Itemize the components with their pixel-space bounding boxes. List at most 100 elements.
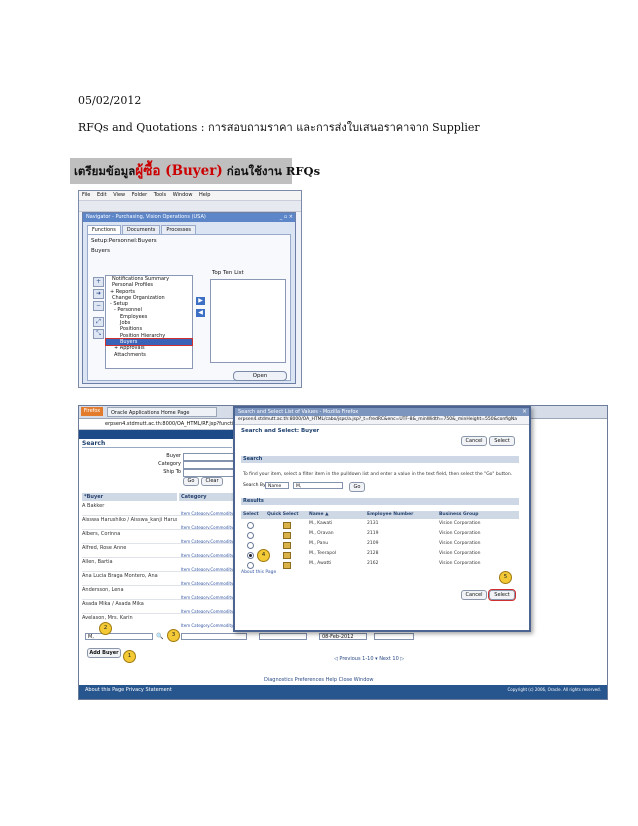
remove-from-list-icon[interactable]: ◀ xyxy=(196,309,205,317)
row-number: 2119 xyxy=(367,531,379,536)
row-radio[interactable] xyxy=(247,542,254,549)
row-number: 2128 xyxy=(367,551,379,556)
cancel-button-bottom[interactable]: Cancel xyxy=(461,590,487,600)
table-row: Ana Lucia Braga Montero, Ana xyxy=(82,573,158,579)
navigator-breadcrumb: Setup:Personnel:Buyers xyxy=(91,238,157,244)
section-heading: เตรียมข้อมูลผู้ซื้อ (Buyer) ก่อนใช้งาน R… xyxy=(70,158,320,184)
section-prefix: เตรียมข้อมูล xyxy=(74,164,136,178)
menu-tools[interactable]: Tools xyxy=(154,192,166,198)
row-divider xyxy=(82,529,237,530)
row-group: Vision Corporation xyxy=(439,561,481,566)
footer-links[interactable]: Diagnostics Preferences Help Close Windo… xyxy=(264,677,374,683)
clear-button[interactable]: Clear xyxy=(201,477,223,486)
menu-help[interactable]: Help xyxy=(199,192,210,198)
new-category-input[interactable] xyxy=(181,633,247,640)
functions-pane: Setup:Personnel:Buyers Buyers + ➜ − ⤢ ⤡ … xyxy=(87,234,291,381)
row-name: M., Oravan xyxy=(309,531,334,536)
section-red-text: ผู้ซื้อ (Buyer) xyxy=(135,163,223,179)
top-ten-list[interactable] xyxy=(210,279,286,363)
tree-item[interactable]: Attachments xyxy=(106,352,192,358)
row-radio[interactable] xyxy=(247,562,254,569)
quick-select-icon[interactable] xyxy=(283,522,291,529)
expand-all-icon[interactable]: ⤢ xyxy=(93,317,104,327)
select-button-bottom[interactable]: Select xyxy=(488,589,516,601)
expand-icon[interactable]: ➜ xyxy=(93,289,104,299)
row-number: 2131 xyxy=(367,521,379,526)
top-ten-label: Top Ten List xyxy=(212,270,244,276)
row-group: Vision Corporation xyxy=(439,531,481,536)
row-name: M., Panu xyxy=(309,541,329,546)
pager[interactable]: ◁ Previous 1-10 ▾ Next 10 ▷ xyxy=(334,656,404,662)
table-row: Asada Mika / Asada Mika xyxy=(82,601,144,607)
go-button[interactable]: Go xyxy=(183,477,199,486)
lov-dialog: Search and Select List of Values - Mozil… xyxy=(233,406,531,632)
buyer-column-header: *Buyer xyxy=(82,493,177,501)
row-group: Vision Corporation xyxy=(439,521,481,526)
dialog-results-section: Results xyxy=(241,498,519,505)
navigator-tabs: Functions Documents Processes xyxy=(87,225,197,235)
table-row: Avelason, Mrs. Karin xyxy=(82,615,133,621)
menu-view[interactable]: View xyxy=(113,192,125,198)
row-name: M., Teerapol xyxy=(309,551,337,556)
dialog-instructions: To find your item, select a filter item … xyxy=(243,472,513,477)
row-divider xyxy=(82,571,237,572)
dialog-url: erpsen4.stdmutt.ac.th:8000/OA_HTML/cabo/… xyxy=(235,416,529,425)
start-date-input[interactable]: 08-Feb-2012 xyxy=(319,633,367,640)
row-group: Vision Corporation xyxy=(439,541,481,546)
table-row: Andersson, Lena xyxy=(82,587,124,593)
ship-to-edit-input[interactable] xyxy=(259,633,307,640)
select-button-top[interactable]: Select xyxy=(489,436,515,446)
ship-to-label: Ship To xyxy=(163,469,181,475)
callout-4: 4 xyxy=(257,549,270,562)
forms-screenshot: File Edit View Folder Tools Window Help … xyxy=(78,190,302,388)
add-buyer-button[interactable]: Add Buyer xyxy=(87,648,121,658)
collapse-icon[interactable]: − xyxy=(93,301,104,311)
document-subtitle: RFQs and Quotations : การสอบถามราคา และก… xyxy=(78,121,480,134)
search-icon[interactable]: 🔍 xyxy=(156,633,163,640)
row-divider xyxy=(82,543,237,544)
table-row: Allen, Bartia xyxy=(82,559,113,565)
row-radio-selected[interactable] xyxy=(247,552,254,559)
row-number: 2109 xyxy=(367,541,379,546)
menu-file[interactable]: File xyxy=(82,192,90,198)
navigator-window: Navigator - Purchasing, Vision Operation… xyxy=(82,212,296,384)
row-radio[interactable] xyxy=(247,522,254,529)
dialog-about-link[interactable]: About this Page xyxy=(241,570,276,575)
col-select: Select xyxy=(241,511,265,519)
menu-window[interactable]: Window xyxy=(173,192,193,198)
web-screenshot: Firefox Oracle Applications Home Page er… xyxy=(78,405,608,700)
footer-about[interactable]: About this Page Privacy Statement xyxy=(85,687,172,693)
col-name[interactable]: Name ▲ xyxy=(307,511,365,519)
add-icon[interactable]: + xyxy=(93,277,104,287)
browser-tab[interactable]: Oracle Applications Home Page xyxy=(107,407,217,417)
quick-select-icon[interactable] xyxy=(283,562,291,569)
quick-select-icon[interactable] xyxy=(283,552,291,559)
forms-menubar: File Edit View Folder Tools Window Help xyxy=(79,191,301,201)
buyer-label: Buyer xyxy=(166,453,181,459)
close-icon[interactable]: × xyxy=(522,408,527,415)
category-link[interactable]: Item Category.Commodity xyxy=(181,623,233,628)
new-buyer-input[interactable]: M, xyxy=(85,633,153,640)
quick-select-icon[interactable] xyxy=(283,542,291,549)
search-value-input[interactable]: M, xyxy=(293,482,343,489)
end-date-input[interactable] xyxy=(374,633,414,640)
menu-folder[interactable]: Folder xyxy=(132,192,147,198)
firefox-menu[interactable]: Firefox xyxy=(81,407,103,416)
row-name: M., Awatti xyxy=(309,561,332,566)
open-button[interactable]: Open xyxy=(233,371,287,381)
search-by-select[interactable]: Name xyxy=(265,482,289,489)
callout-3: 3 xyxy=(167,629,180,642)
dialog-go-button[interactable]: Go xyxy=(349,482,365,492)
function-tree[interactable]: Notifications Summary Personal Profiles … xyxy=(105,275,193,369)
oracle-header xyxy=(79,430,239,439)
quick-select-icon[interactable] xyxy=(283,532,291,539)
row-radio[interactable] xyxy=(247,532,254,539)
add-to-list-icon[interactable]: ▶ xyxy=(196,297,205,305)
row-group: Vision Corporation xyxy=(439,551,481,556)
menu-edit[interactable]: Edit xyxy=(97,192,107,198)
section-suffix: ก่อนใช้งาน RFQs xyxy=(222,164,321,178)
collapse-all-icon[interactable]: ⤡ xyxy=(93,329,104,339)
window-controls-icon[interactable]: _ ▫ × xyxy=(280,214,293,220)
cancel-button-top[interactable]: Cancel xyxy=(461,436,487,446)
row-divider xyxy=(82,613,237,614)
